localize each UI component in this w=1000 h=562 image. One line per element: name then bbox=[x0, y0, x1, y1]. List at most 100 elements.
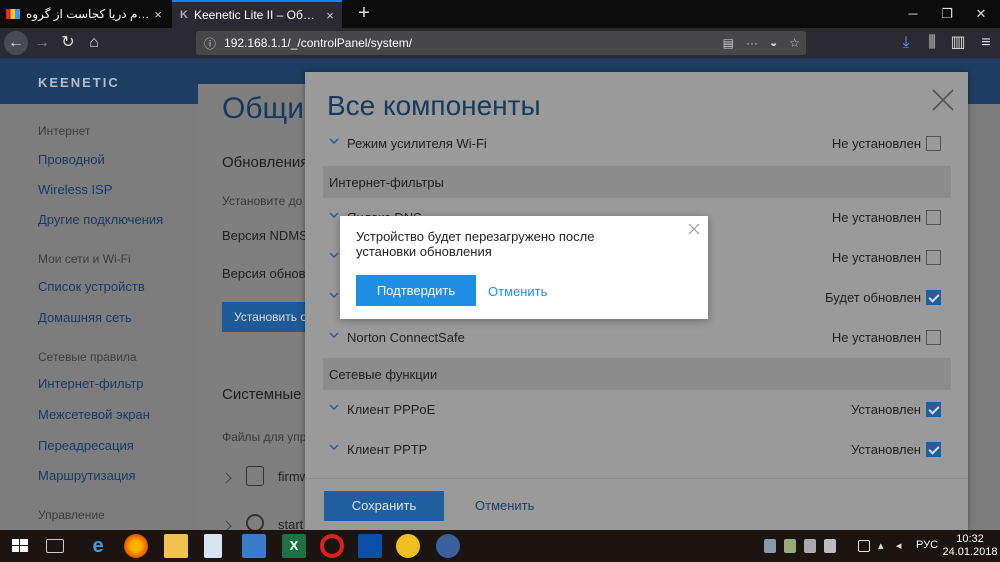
new-tab-button[interactable]: + bbox=[352, 2, 376, 26]
opera-icon[interactable] bbox=[320, 534, 344, 558]
sidebar-link[interactable]: Переадресация bbox=[38, 438, 134, 453]
network-icon[interactable]: ▴ bbox=[878, 540, 890, 552]
component-checkbox[interactable] bbox=[926, 250, 941, 265]
firefox-icon[interactable] bbox=[124, 534, 148, 558]
clock[interactable]: 10:32 24.01.2018 bbox=[942, 533, 998, 559]
tab-close-icon[interactable]: × bbox=[322, 8, 338, 23]
file-explorer-icon[interactable] bbox=[164, 534, 188, 558]
back-button[interactable]: ← bbox=[4, 31, 28, 55]
page-actions-icon[interactable]: ··· bbox=[746, 36, 758, 50]
address-bar[interactable]: ⓘ 192.168.1.1/_/controlPanel/system/ ▤ ·… bbox=[196, 31, 806, 55]
library-icon[interactable]: ⫼ bbox=[920, 31, 944, 55]
tab-title: دانلود آلبوم دریا کجاست از گروه bbox=[26, 7, 150, 21]
task-view-icon[interactable] bbox=[46, 539, 64, 553]
volume-icon[interactable]: ◂ bbox=[896, 540, 908, 552]
confirm-button[interactable]: Подтвердить bbox=[356, 275, 476, 306]
app-icon[interactable] bbox=[358, 534, 382, 558]
dialog-message: Устройство будет перезагружено после уст… bbox=[356, 229, 595, 259]
page-title: Общие bbox=[222, 92, 312, 125]
battery-icon[interactable] bbox=[858, 540, 870, 552]
tray-icon[interactable] bbox=[804, 539, 816, 553]
chevron-down-icon[interactable] bbox=[329, 442, 339, 452]
component-checkbox[interactable] bbox=[926, 330, 941, 345]
gear-icon bbox=[246, 514, 264, 530]
chevron-down-icon[interactable] bbox=[329, 136, 339, 146]
chevron-down-icon[interactable] bbox=[329, 250, 339, 260]
chevron-down-icon[interactable] bbox=[329, 290, 339, 300]
file-startup[interactable]: start bbox=[278, 517, 308, 530]
save-button[interactable]: Сохранить bbox=[324, 491, 444, 521]
component-status: Не установлен bbox=[831, 210, 921, 225]
cancel-link[interactable]: Отменить bbox=[475, 498, 534, 513]
file-firmware[interactable]: firmw bbox=[278, 469, 308, 484]
cancel-link[interactable]: Отменить bbox=[488, 284, 547, 299]
chevron-down-icon[interactable] bbox=[329, 330, 339, 340]
language-indicator[interactable]: РУС bbox=[916, 539, 938, 551]
app-icon[interactable] bbox=[396, 534, 420, 558]
sidebar-link[interactable]: Проводной bbox=[38, 152, 105, 167]
restore-button[interactable]: ❐ bbox=[930, 0, 964, 28]
panel-header: Все компоненты bbox=[305, 72, 968, 130]
bookmark-star-icon[interactable]: ☆ bbox=[789, 36, 800, 50]
close-icon[interactable] bbox=[929, 86, 957, 114]
panel-footer: Сохранить Отменить bbox=[305, 478, 968, 530]
close-icon[interactable] bbox=[688, 223, 700, 235]
forward-button[interactable]: → bbox=[30, 31, 54, 55]
component-checkbox[interactable] bbox=[926, 136, 941, 151]
vpn-icon[interactable] bbox=[436, 534, 460, 558]
section-header: Сетевые функции bbox=[323, 358, 951, 390]
web-page: KEENETIC Интернет Проводной Wireless ISP Др… bbox=[0, 58, 1000, 530]
component-row[interactable]: Клиент PPTP Установлен bbox=[323, 430, 951, 470]
pocket-icon[interactable]: ◒ bbox=[770, 36, 777, 50]
component-row[interactable]: Клиент PPPoE Установлен bbox=[323, 390, 951, 430]
chevron-down-icon[interactable] bbox=[329, 402, 339, 412]
minimize-button[interactable]: ─ bbox=[896, 0, 930, 28]
browser-tab-1[interactable]: K Keenetic Lite II – Общие настр × bbox=[172, 0, 342, 28]
url-text: 192.168.1.1/_/controlPanel/system/ bbox=[224, 36, 413, 50]
component-status: Не установлен bbox=[831, 250, 921, 265]
sidebar-link[interactable]: Wireless ISP bbox=[38, 182, 112, 197]
updates-heading: Обновления bbox=[222, 154, 309, 171]
component-checkbox[interactable] bbox=[926, 442, 941, 457]
reader-view-icon[interactable]: ▤ bbox=[723, 36, 734, 50]
menu-icon[interactable]: ≡ bbox=[974, 31, 998, 55]
component-checkbox[interactable] bbox=[926, 290, 941, 305]
sidebar-link[interactable]: Интернет-фильтр bbox=[38, 376, 144, 391]
edge-icon[interactable]: e bbox=[86, 534, 110, 558]
component-row[interactable]: Norton ConnectSafe Не установлен bbox=[323, 318, 951, 358]
downloads-icon[interactable]: ⤓ bbox=[894, 31, 918, 55]
windows-start-icon[interactable] bbox=[8, 534, 32, 558]
sidebar-link[interactable]: Маршрутизация bbox=[38, 468, 136, 483]
component-name: Клиент PPPoE bbox=[347, 402, 436, 417]
browser-tab-bar: دانلود آلبوم دریا کجاست از گروه × K Keen… bbox=[0, 0, 1000, 28]
system-heading: Системные bbox=[222, 386, 302, 403]
chevron-down-icon[interactable] bbox=[329, 210, 339, 220]
sidebar-toggle-icon[interactable]: ▥ bbox=[946, 31, 970, 55]
install-update-button[interactable]: Установить о bbox=[222, 302, 312, 332]
browser-tab-0[interactable]: دانلود آلبوم دریا کجاست از گروه × bbox=[0, 0, 170, 28]
component-checkbox[interactable] bbox=[926, 210, 941, 225]
ndms-version-label: Версия NDMS bbox=[222, 228, 308, 243]
component-status: Не установлен bbox=[831, 330, 921, 345]
sidebar-link[interactable]: Другие подключения bbox=[38, 212, 163, 227]
tray-icon[interactable] bbox=[824, 539, 836, 553]
tray-icon[interactable] bbox=[764, 539, 776, 553]
close-window-button[interactable]: ✕ bbox=[964, 0, 998, 28]
notepad-icon[interactable] bbox=[204, 534, 222, 558]
excel-icon[interactable]: X bbox=[282, 534, 306, 558]
sidebar-link[interactable]: Список устройств bbox=[38, 279, 145, 294]
home-button[interactable]: ⌂ bbox=[82, 31, 106, 55]
sidebar-link[interactable]: Домашняя сеть bbox=[38, 310, 132, 325]
reload-button[interactable]: ↻ bbox=[56, 31, 80, 55]
site-info-icon[interactable]: ⓘ bbox=[204, 35, 216, 52]
tab-close-icon[interactable]: × bbox=[150, 7, 166, 22]
component-row[interactable]: Режим усилителя Wi-Fi Не установлен bbox=[323, 124, 951, 164]
windows-taskbar: e X ▴ ◂ РУС 10:32 24.01.2018 bbox=[0, 530, 1000, 562]
component-checkbox[interactable] bbox=[926, 402, 941, 417]
tray-icon[interactable] bbox=[784, 539, 796, 553]
app-icon[interactable] bbox=[242, 534, 266, 558]
sidebar-link[interactable]: Межсетевой экран bbox=[38, 407, 150, 422]
tab-title: Keenetic Lite II – Общие настр bbox=[193, 8, 322, 22]
files-hint: Файлы для упр bbox=[222, 430, 307, 444]
sidebar-section-heading: Управление bbox=[38, 508, 105, 522]
